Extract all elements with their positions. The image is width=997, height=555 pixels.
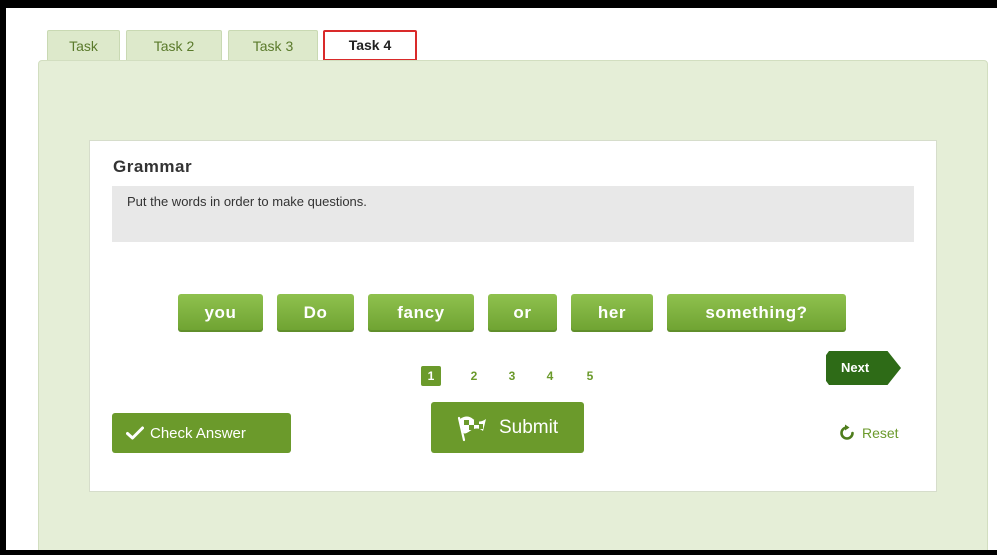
submit-button[interactable]: Submit — [431, 402, 584, 453]
checkmark-icon — [126, 426, 144, 440]
tab-task-3[interactable]: Task 3 — [228, 30, 318, 60]
tab-task-2[interactable]: Task 2 — [126, 30, 222, 60]
submit-label: Submit — [499, 416, 559, 438]
tab-task-1[interactable]: Task — [47, 30, 120, 60]
reset-label: Reset — [862, 425, 899, 441]
word-tile[interactable]: fancy — [368, 294, 474, 332]
instruction-text: Put the words in order to make questions… — [127, 194, 367, 209]
check-answer-label: Check Answer — [150, 424, 246, 442]
word-tile[interactable]: you — [178, 294, 263, 332]
page-2[interactable]: 2 — [464, 366, 484, 386]
page-5[interactable]: 5 — [580, 366, 600, 386]
word-tile[interactable]: her — [571, 294, 653, 332]
word-tile[interactable]: something? — [667, 294, 846, 332]
instruction-box: Put the words in order to make questions… — [112, 186, 914, 242]
page-3[interactable]: 3 — [502, 366, 522, 386]
next-button[interactable]: Next — [826, 351, 901, 385]
reset-button[interactable]: Reset — [838, 422, 899, 444]
exercise-title: Grammar — [113, 157, 193, 176]
word-tile[interactable]: or — [488, 294, 557, 332]
page-1[interactable]: 1 — [421, 366, 441, 386]
checkered-flag-icon — [455, 414, 489, 442]
word-tile[interactable]: Do — [277, 294, 354, 332]
refresh-icon — [838, 424, 856, 442]
page-4[interactable]: 4 — [540, 366, 560, 386]
tab-task-4[interactable]: Task 4 — [323, 30, 417, 61]
check-answer-button[interactable]: Check Answer — [112, 413, 291, 453]
